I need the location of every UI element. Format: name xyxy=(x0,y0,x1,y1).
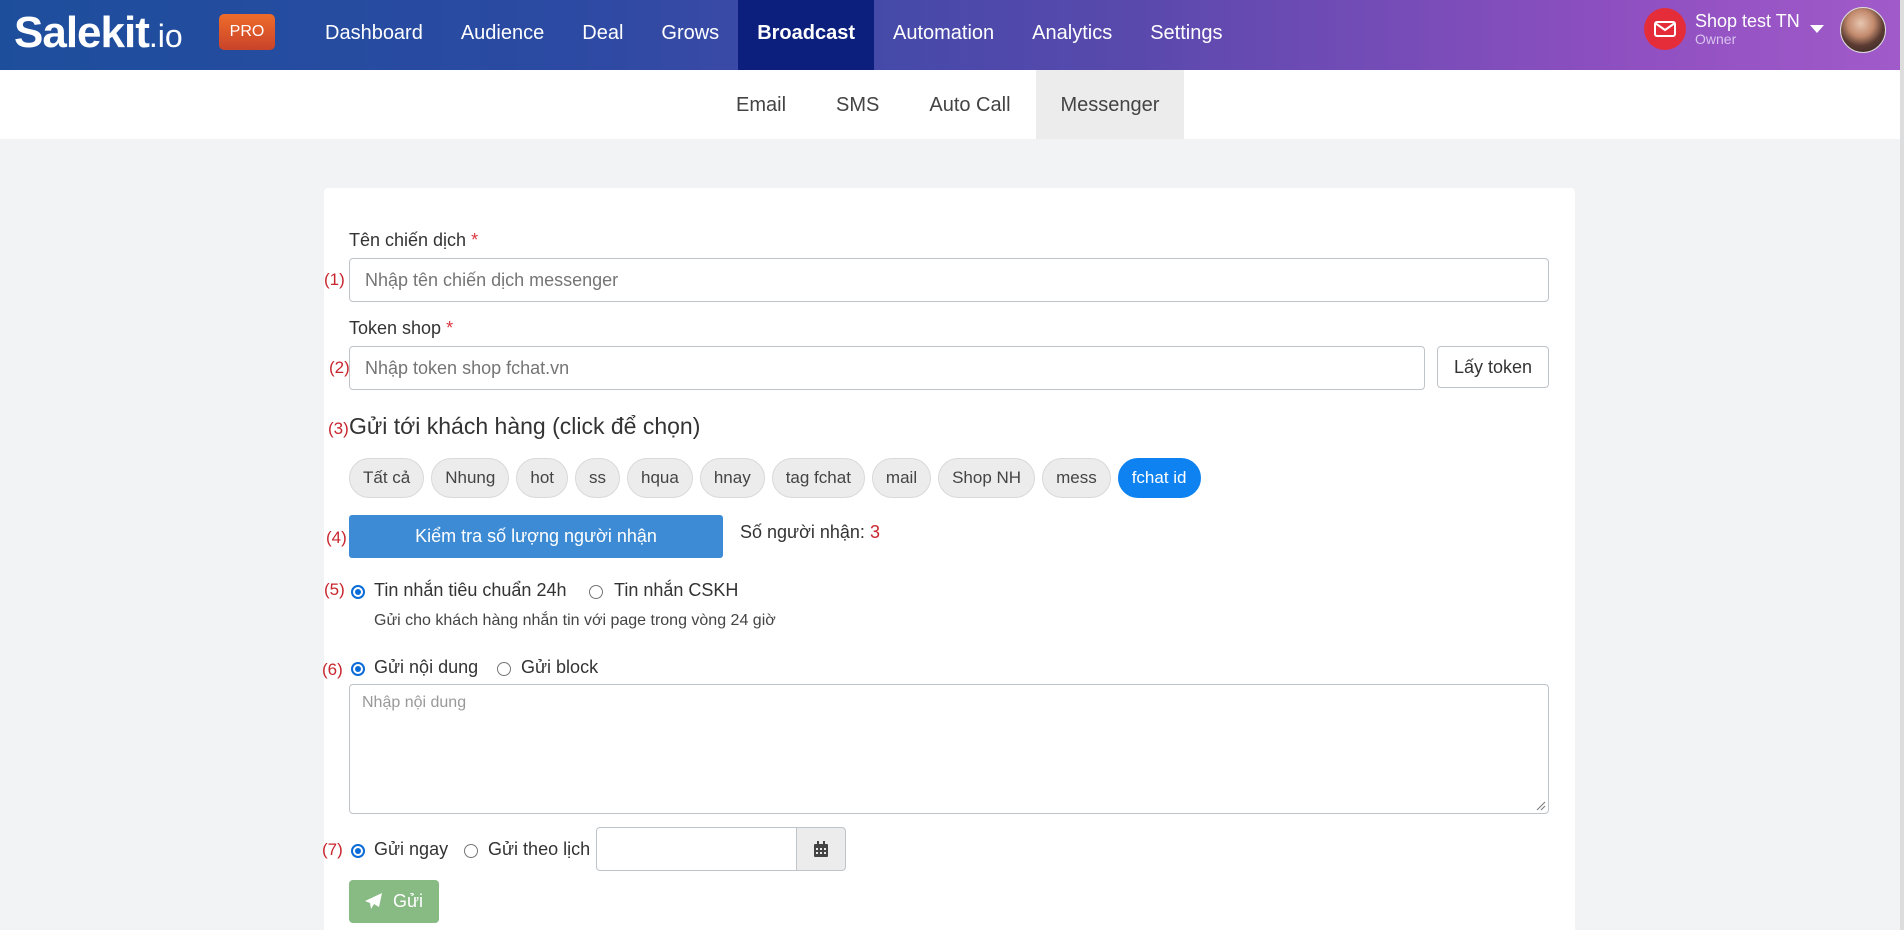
account-name: Shop test TN xyxy=(1695,11,1800,31)
radio-cskh[interactable] xyxy=(589,585,603,599)
campaign-label-text: Tên chiến dịch xyxy=(349,230,467,250)
paper-plane-icon xyxy=(364,893,382,909)
step-number-4: (4) xyxy=(326,528,347,547)
tag-hqua[interactable]: hqua xyxy=(627,458,693,498)
tag-nhung[interactable]: Nhung xyxy=(431,458,510,498)
recipients-title: Gửi tới khách hàng (click để chọn) xyxy=(349,413,701,439)
scrollbar[interactable] xyxy=(1900,0,1904,930)
step-number-3: (3) xyxy=(328,419,349,438)
tab-auto-call[interactable]: Auto Call xyxy=(904,70,1035,139)
avatar[interactable] xyxy=(1840,7,1886,53)
content-textarea[interactable]: Nhập nội dung xyxy=(349,684,1549,814)
tag-hnay[interactable]: hnay xyxy=(699,458,765,498)
account-menu[interactable]: Shop test TN Owner xyxy=(1644,8,1824,50)
step-number-1: (1) xyxy=(324,270,345,289)
nav-item-settings[interactable]: Settings xyxy=(1131,0,1241,70)
chevron-down-icon[interactable] xyxy=(1809,25,1824,33)
nav-item-broadcast[interactable]: Broadcast xyxy=(738,0,874,70)
tag-ss[interactable]: ss xyxy=(575,458,620,498)
broadcast-subnav: Email SMS Auto Call Messenger xyxy=(0,70,1900,139)
radio-send-block-label[interactable]: Gửi block xyxy=(521,657,598,678)
radio-standard-24h[interactable] xyxy=(351,585,365,599)
mail-icon[interactable] xyxy=(1644,8,1686,50)
radio-send-now-label[interactable]: Gửi ngay xyxy=(374,839,448,860)
radio-send-block[interactable] xyxy=(497,662,511,676)
radio-cskh-label[interactable]: Tin nhắn CSKH xyxy=(614,580,738,601)
content-placeholder: Nhập nội dung xyxy=(362,694,467,711)
logo-brand: Salekit xyxy=(14,8,150,57)
calendar-button[interactable] xyxy=(796,827,846,871)
step-number-7: (7) xyxy=(322,840,343,859)
token-label-text: Token shop xyxy=(349,318,442,338)
step-number-2: (2) xyxy=(329,358,350,377)
send-button-label: Gửi xyxy=(392,891,424,911)
tag-all[interactable]: Tất cả xyxy=(349,458,425,498)
messenger-form-card: Tên chiến dịch * (1) Token shop * (2) Lấ… xyxy=(322,188,1575,930)
radio-standard-24h-label[interactable]: Tin nhắn tiêu chuẩn 24h xyxy=(374,580,566,601)
campaign-label: Tên chiến dịch * xyxy=(349,230,478,251)
radio-send-content-label[interactable]: Gửi nội dung xyxy=(374,657,478,678)
top-navbar: Salekit .io PRO Dashboard Audience Deal G… xyxy=(0,0,1900,70)
radio-send-scheduled[interactable] xyxy=(464,844,478,858)
radio-send-scheduled-label[interactable]: Gửi theo lịch xyxy=(488,839,590,860)
recipient-count: Số người nhận: 3 xyxy=(740,522,880,543)
radio-send-content[interactable] xyxy=(351,662,365,676)
tab-sms[interactable]: SMS xyxy=(811,70,904,139)
send-button[interactable]: Gửi xyxy=(349,880,439,923)
message-type-hint: Gửi cho khách hàng nhắn tin với page tro… xyxy=(374,612,776,629)
pro-badge: PRO xyxy=(219,14,275,50)
check-recipients-button[interactable]: Kiểm tra số lượng người nhận xyxy=(349,515,723,558)
token-label: Token shop * xyxy=(349,318,453,339)
required-mark: * xyxy=(471,230,479,250)
tag-fchat[interactable]: tag fchat xyxy=(771,458,865,498)
schedule-date-input[interactable] xyxy=(596,827,797,871)
tag-mess[interactable]: mess xyxy=(1042,458,1111,498)
nav-item-dashboard[interactable]: Dashboard xyxy=(306,0,442,70)
tag-shop-nh[interactable]: Shop NH xyxy=(938,458,1036,498)
radio-send-now[interactable] xyxy=(351,844,365,858)
nav-item-grows[interactable]: Grows xyxy=(642,0,738,70)
required-mark: * xyxy=(446,318,454,338)
logo[interactable]: Salekit .io xyxy=(14,10,183,56)
recipient-count-value: 3 xyxy=(869,522,880,542)
nav-item-deal[interactable]: Deal xyxy=(563,0,642,70)
resize-handle-icon[interactable] xyxy=(1536,801,1546,811)
logo-tld: .io xyxy=(148,18,183,54)
nav-item-analytics[interactable]: Analytics xyxy=(1013,0,1131,70)
recipient-tags: Tất cả Nhung hot ss hqua hnay tag fchat … xyxy=(349,458,1208,498)
tab-messenger[interactable]: Messenger xyxy=(1035,70,1185,139)
campaign-name-input[interactable] xyxy=(349,258,1549,302)
get-token-button[interactable]: Lấy token xyxy=(1437,346,1549,388)
account-role: Owner xyxy=(1695,31,1737,47)
tag-mail[interactable]: mail xyxy=(871,458,932,498)
main-nav: Dashboard Audience Deal Grows Broadcast … xyxy=(306,0,1241,70)
nav-item-automation[interactable]: Automation xyxy=(874,0,1013,70)
nav-item-audience[interactable]: Audience xyxy=(442,0,563,70)
tag-fchat-id[interactable]: fchat id xyxy=(1117,458,1201,498)
calendar-icon xyxy=(814,840,828,857)
tag-hot[interactable]: hot xyxy=(516,458,568,498)
account-info: Shop test TN Owner xyxy=(1695,11,1800,47)
step-number-5: (5) xyxy=(324,580,345,599)
tab-email[interactable]: Email xyxy=(711,70,811,139)
recipient-count-label: Số người nhận: xyxy=(740,522,865,542)
step-number-6: (6) xyxy=(322,660,343,679)
token-input[interactable] xyxy=(349,346,1425,390)
